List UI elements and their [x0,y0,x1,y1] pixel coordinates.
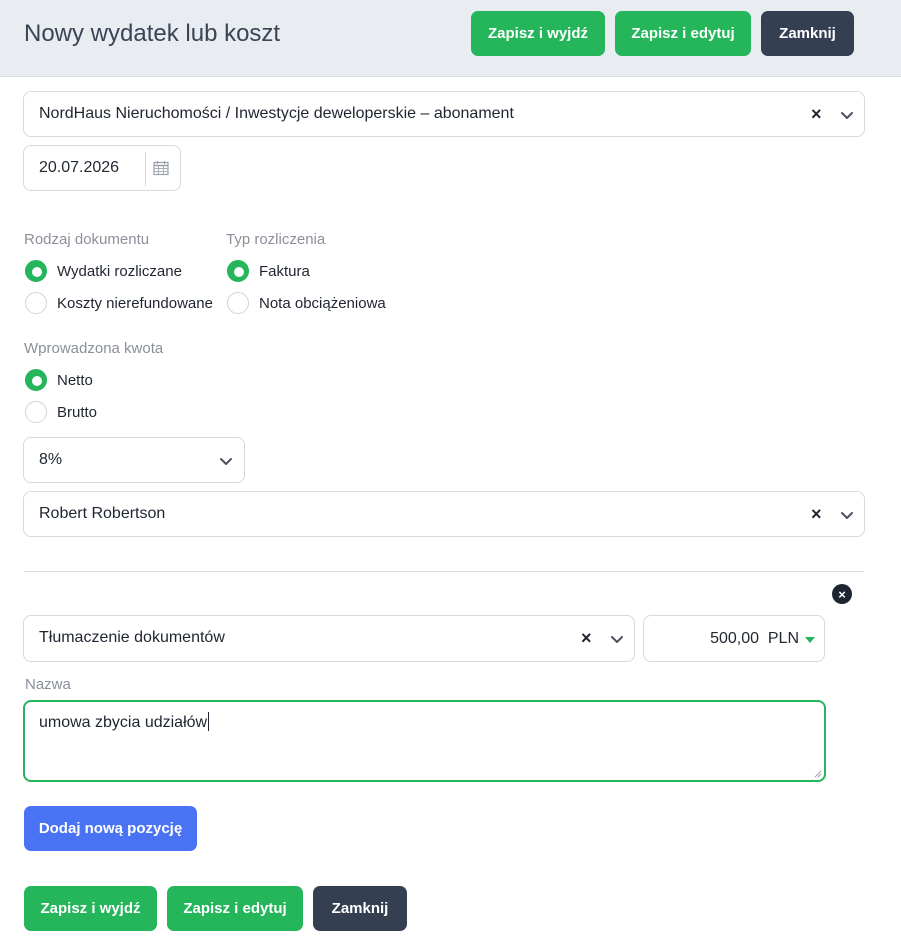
radio-label: Nota obciążeniowa [259,294,386,312]
chevron-down-icon[interactable] [216,451,236,471]
amount-value: 500,00 [710,630,759,647]
radio-label: Faktura [259,262,310,280]
remove-position-icon[interactable]: × [832,584,852,604]
vat-rate-select[interactable]: 8% [23,437,245,483]
person-select[interactable]: Robert Robertson × [23,491,865,537]
close-button[interactable]: Zamknij [313,886,407,931]
vat-rate-value: 8% [39,451,63,468]
project-select[interactable]: NordHaus Nieruchomości / Inwestycje dewe… [23,91,865,137]
radio-label: Koszty nierefundowane [57,294,213,312]
name-label: Nazwa [25,676,71,693]
radio-button[interactable] [227,260,249,282]
category-select[interactable]: Tłumaczenie dokumentów × [23,615,635,662]
date-field[interactable]: 20.07.2026 [23,145,181,191]
chevron-down-icon[interactable] [607,629,627,649]
radio-amount-net[interactable]: Netto [25,369,93,391]
radio-settlement-debit-note[interactable]: Nota obciążeniowa [227,292,386,314]
radio-amount-gross[interactable]: Brutto [25,401,97,423]
chevron-down-icon[interactable] [837,105,857,125]
radio-button[interactable] [25,260,47,282]
amount-input[interactable]: 500,00 PLN [643,615,825,662]
section-divider [24,571,864,572]
add-position-button[interactable]: Dodaj nową pozycję [24,806,197,851]
person-select-value: Robert Robertson [39,505,166,522]
radio-document-type-costs[interactable]: Koszty nierefundowane [25,292,213,314]
name-textarea-value: umowa zbycia udziałów [39,714,208,731]
name-textarea[interactable]: umowa zbycia udziałów [23,700,826,782]
chevron-down-icon[interactable] [837,505,857,525]
currency-select[interactable]: PLN [768,630,799,648]
document-type-label: Rodzaj dokumentu [24,231,150,248]
radio-button[interactable] [25,369,47,391]
save-exit-button[interactable]: Zapisz i wyjdź [471,11,605,56]
radio-label: Brutto [57,403,98,421]
date-value: 20.07.2026 [39,159,120,176]
save-exit-button[interactable]: Zapisz i wyjdź [24,886,157,931]
header-bar: Nowy wydatek lub koszt Zapisz i wyjdź Za… [0,0,901,77]
radio-button[interactable] [227,292,249,314]
clear-icon[interactable]: × [581,627,592,649]
resize-grip-icon[interactable] [814,770,822,778]
radio-document-type-expenses[interactable]: Wydatki rozliczane [25,260,182,282]
amount-type-label: Wprowadzona kwota [24,340,164,357]
date-field-divider [145,152,146,186]
close-button[interactable]: Zamknij [761,11,854,56]
category-select-value: Tłumaczenie dokumentów [39,629,225,646]
save-edit-button[interactable]: Zapisz i edytuj [167,886,303,931]
save-edit-button[interactable]: Zapisz i edytuj [615,11,751,56]
clear-icon[interactable]: × [811,103,822,125]
page-title: Nowy wydatek lub koszt [24,20,281,47]
clear-icon[interactable]: × [811,503,822,525]
radio-label: Wydatki rozliczane [57,262,182,280]
radio-label: Netto [57,371,93,389]
calendar-icon[interactable] [153,160,169,176]
text-cursor [208,712,210,731]
settlement-type-label: Typ rozliczenia [226,231,326,248]
radio-settlement-invoice[interactable]: Faktura [227,260,310,282]
radio-button[interactable] [25,292,47,314]
radio-button[interactable] [25,401,47,423]
caret-down-icon[interactable] [805,637,815,643]
project-select-value: NordHaus Nieruchomości / Inwestycje dewe… [39,105,514,122]
